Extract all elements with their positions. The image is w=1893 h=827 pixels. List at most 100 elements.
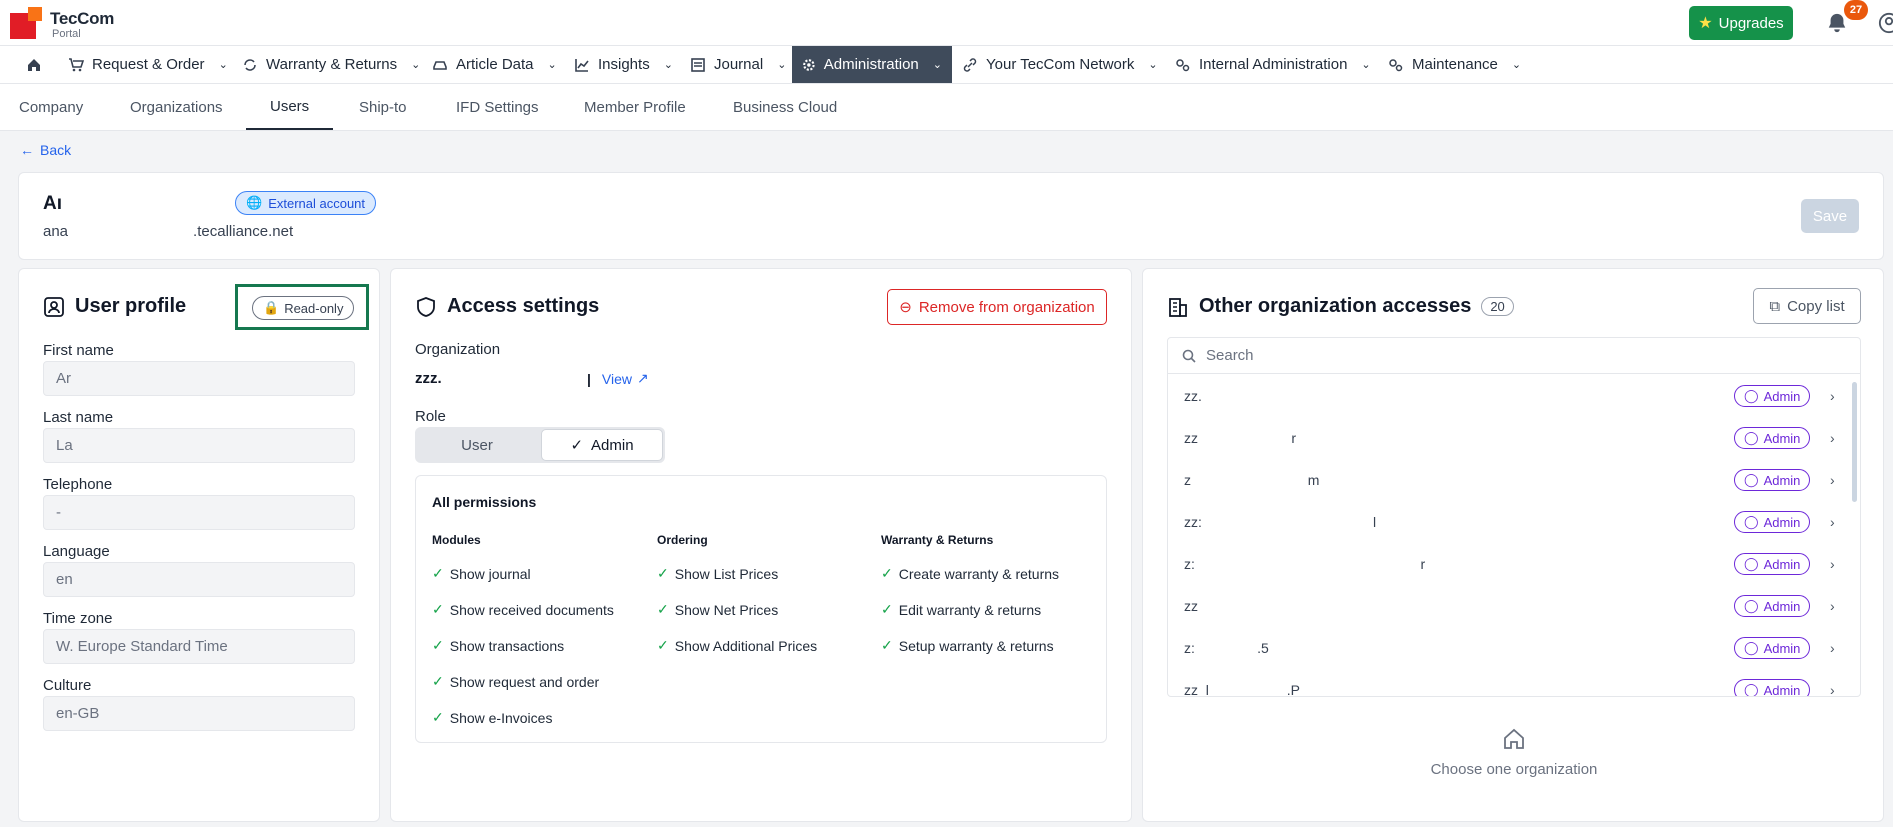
role-admin-option[interactable]: ✓ Admin (541, 429, 663, 461)
organization-label: Organization (415, 341, 501, 358)
home-icon[interactable] (16, 46, 52, 83)
organization-view-link[interactable]: | View ↗ (587, 370, 649, 387)
role-user-option[interactable]: User (417, 429, 537, 461)
check-icon: ✓ (881, 565, 893, 581)
teccom-logo-icon[interactable] (10, 7, 42, 39)
access-settings-card: Access settings ⊖ Remove from organizati… (390, 268, 1132, 822)
nav-warranty-returns[interactable]: Warranty & Returns ⌄ (232, 46, 430, 83)
logo-title: TecCom (50, 9, 115, 28)
org-list-item[interactable]: zz r ◯ Admin › (1168, 417, 1860, 459)
org-list-item[interactable]: zz_l .P ◯ Admin › (1168, 669, 1860, 697)
search-input[interactable]: Search (1168, 338, 1860, 374)
chevron-right-icon: › (1830, 514, 1835, 530)
admin-role-label: Admin (1763, 388, 1801, 404)
language-label: Language (43, 543, 110, 560)
nav-maintenance[interactable]: Maintenance ⌄ (1378, 46, 1531, 83)
save-button[interactable]: Save (1801, 199, 1859, 233)
user-email: ana .tecalliance.net (43, 223, 294, 240)
tab-company[interactable]: Company (19, 84, 83, 130)
tab-ship-to[interactable]: Ship-to (359, 84, 407, 130)
choose-organization-empty-state: Choose one organization (1167, 727, 1861, 778)
access-settings-title: Access settings (415, 295, 599, 318)
warranty-returns-title: Warranty & Returns (881, 533, 994, 547)
role-toggle: User ✓ Admin (415, 427, 665, 463)
org-list-item[interactable]: z: r ◯ Admin › (1168, 543, 1860, 585)
lock-icon: 🔒 (263, 300, 280, 315)
org-list-item[interactable]: zz ◯ Admin › (1168, 585, 1860, 627)
check-icon: ✓ (432, 637, 444, 653)
back-link[interactable]: ← Back (20, 142, 71, 158)
permission-item: ✓ Show Net Prices (657, 601, 778, 618)
chevron-down-icon: ⌄ (663, 59, 673, 71)
org-list-item[interactable]: zz: l ◯ Admin › (1168, 501, 1860, 543)
circle-icon: ◯ (1744, 514, 1759, 529)
remove-from-organization-button[interactable]: ⊖ Remove from organization (887, 289, 1107, 325)
nav-article-data[interactable]: Article Data ⌄ (422, 46, 567, 83)
admin-role-badge: ◯ Admin (1734, 595, 1811, 617)
logo-subtitle: Portal (52, 28, 81, 40)
upgrades-button[interactable]: ★ Upgrades (1689, 6, 1793, 40)
nav-internal-administration[interactable]: Internal Administration ⌄ (1165, 46, 1381, 83)
nav-request-order[interactable]: Request & Order ⌄ (58, 46, 238, 83)
minus-circle-icon: ⊖ (899, 299, 912, 316)
permission-item: ✓ Edit warranty & returns (881, 601, 1041, 618)
tab-organizations[interactable]: Organizations (130, 84, 223, 130)
tab-users[interactable]: Users (246, 84, 334, 130)
check-icon: ✓ (432, 673, 444, 689)
tab-business-cloud[interactable]: Business Cloud (733, 84, 837, 130)
cart-icon (69, 57, 84, 71)
org-list: Search zz. ◯ Admin › zz r ◯ Admin › z m ◯ A… (1167, 337, 1861, 697)
home-icon (1504, 728, 1524, 749)
permission-label: Show List Prices (674, 565, 779, 582)
permission-label: Show journal (449, 565, 531, 582)
nav-journal[interactable]: Journal ⌄ (680, 46, 796, 83)
org-item-name: zz: l (1184, 514, 1377, 530)
circle-icon: ◯ (1744, 640, 1759, 655)
nav-label: Journal (714, 56, 764, 73)
nav-administration[interactable]: Administration ⌄ (792, 46, 952, 83)
user-name: Aı (43, 193, 62, 214)
nav-label: Insights (598, 56, 650, 73)
chevron-down-icon: ⌄ (547, 59, 557, 71)
permission-item: ✓ Show received documents (432, 601, 614, 618)
view-label: View (601, 370, 633, 387)
culture-field[interactable]: en-GB (43, 696, 355, 731)
readonly-label: Read-only (284, 300, 344, 316)
nav-teccom-network[interactable]: Your TecCom Network ⌄ (952, 46, 1168, 83)
tab-ifd-settings[interactable]: IFD Settings (456, 84, 539, 130)
admin-role-label: Admin (1763, 598, 1801, 614)
chevron-right-icon: › (1830, 598, 1835, 614)
gears-icon (1389, 58, 1403, 71)
chevron-down-icon: ⌄ (1361, 59, 1371, 71)
separator: | (587, 370, 591, 387)
nav-insights[interactable]: Insights ⌄ (564, 46, 683, 83)
user-avatar-icon[interactable] (1878, 12, 1893, 34)
ordering-title: Ordering (657, 533, 708, 547)
admin-role-badge: ◯ Admin (1734, 469, 1811, 491)
org-list-item[interactable]: z m ◯ Admin › (1168, 459, 1860, 501)
access-settings-title-text: Access settings (447, 295, 600, 317)
permission-item: ✓ Show journal (432, 565, 531, 582)
org-item-name: zz (1184, 598, 1198, 614)
shield-icon (417, 296, 435, 317)
chevron-down-icon: ⌄ (777, 59, 787, 71)
permission-label: Setup warranty & returns (898, 637, 1054, 654)
admin-role-label: Admin (1763, 682, 1801, 697)
org-list-item[interactable]: zz. ◯ Admin › (1168, 375, 1860, 417)
list-scrollbar[interactable] (1852, 382, 1857, 502)
org-list-item[interactable]: z: .5 ◯ Admin › (1168, 627, 1860, 669)
time-zone-field[interactable]: W. Europe Standard Time (43, 629, 355, 664)
permission-label: Show Additional Prices (674, 637, 818, 654)
nav-label: Your TecCom Network (986, 56, 1135, 73)
telephone-field[interactable]: - (43, 495, 355, 530)
permission-item: ✓ Setup warranty & returns (881, 637, 1054, 654)
check-icon: ✓ (657, 637, 669, 653)
tab-member-profile[interactable]: Member Profile (584, 84, 686, 130)
nav-label: Warranty & Returns (266, 56, 398, 73)
last-name-field[interactable]: La (43, 428, 355, 463)
admin-role-badge: ◯ Admin (1734, 511, 1811, 533)
language-field[interactable]: en (43, 562, 355, 597)
first-name-field[interactable]: Ar (43, 361, 355, 396)
copy-list-button[interactable]: ⧉ Copy list (1753, 288, 1861, 324)
search-icon (1182, 349, 1196, 363)
